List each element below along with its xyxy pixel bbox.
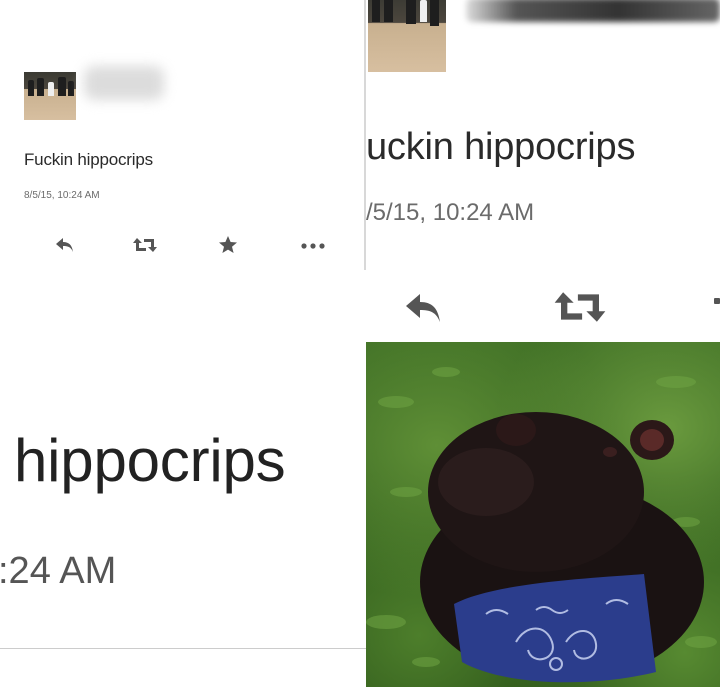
hippo-illustration: [366, 367, 717, 683]
profile-avatar[interactable]: [24, 72, 76, 120]
favorite-icon[interactable]: [218, 235, 238, 255]
blurred-username: [84, 66, 164, 100]
tweet-panel-zoomed-text: hippocrips :24 AM: [0, 340, 366, 687]
tweet-panel-zoomed: uckin hippocrips /5/15, 10:24 AM: [366, 0, 720, 340]
tweet-text: uckin hippocrips: [366, 126, 636, 168]
tweet-text: hippocrips: [14, 427, 286, 494]
profile-avatar[interactable]: [368, 0, 446, 72]
tweet-timestamp: /5/15, 10:24 AM: [366, 199, 535, 226]
hippo-photo[interactable]: [366, 342, 720, 687]
blurred-username: [466, 0, 720, 22]
tweet-text: Fuckin hippocrips: [24, 150, 153, 169]
tweet-timestamp: :24 AM: [0, 550, 117, 592]
reply-icon[interactable]: [54, 236, 76, 254]
reply-icon[interactable]: [400, 290, 448, 326]
retweet-icon[interactable]: [552, 288, 608, 326]
tweet-panel-small: Fuckin hippocrips 8/5/15, 10:24 AM: [0, 0, 363, 270]
favorite-icon-partial[interactable]: [714, 298, 720, 304]
more-icon[interactable]: [300, 242, 326, 250]
retweet-icon[interactable]: [132, 236, 158, 254]
panel-divider: [0, 648, 366, 649]
tweet-timestamp: 8/5/15, 10:24 AM: [24, 190, 100, 201]
